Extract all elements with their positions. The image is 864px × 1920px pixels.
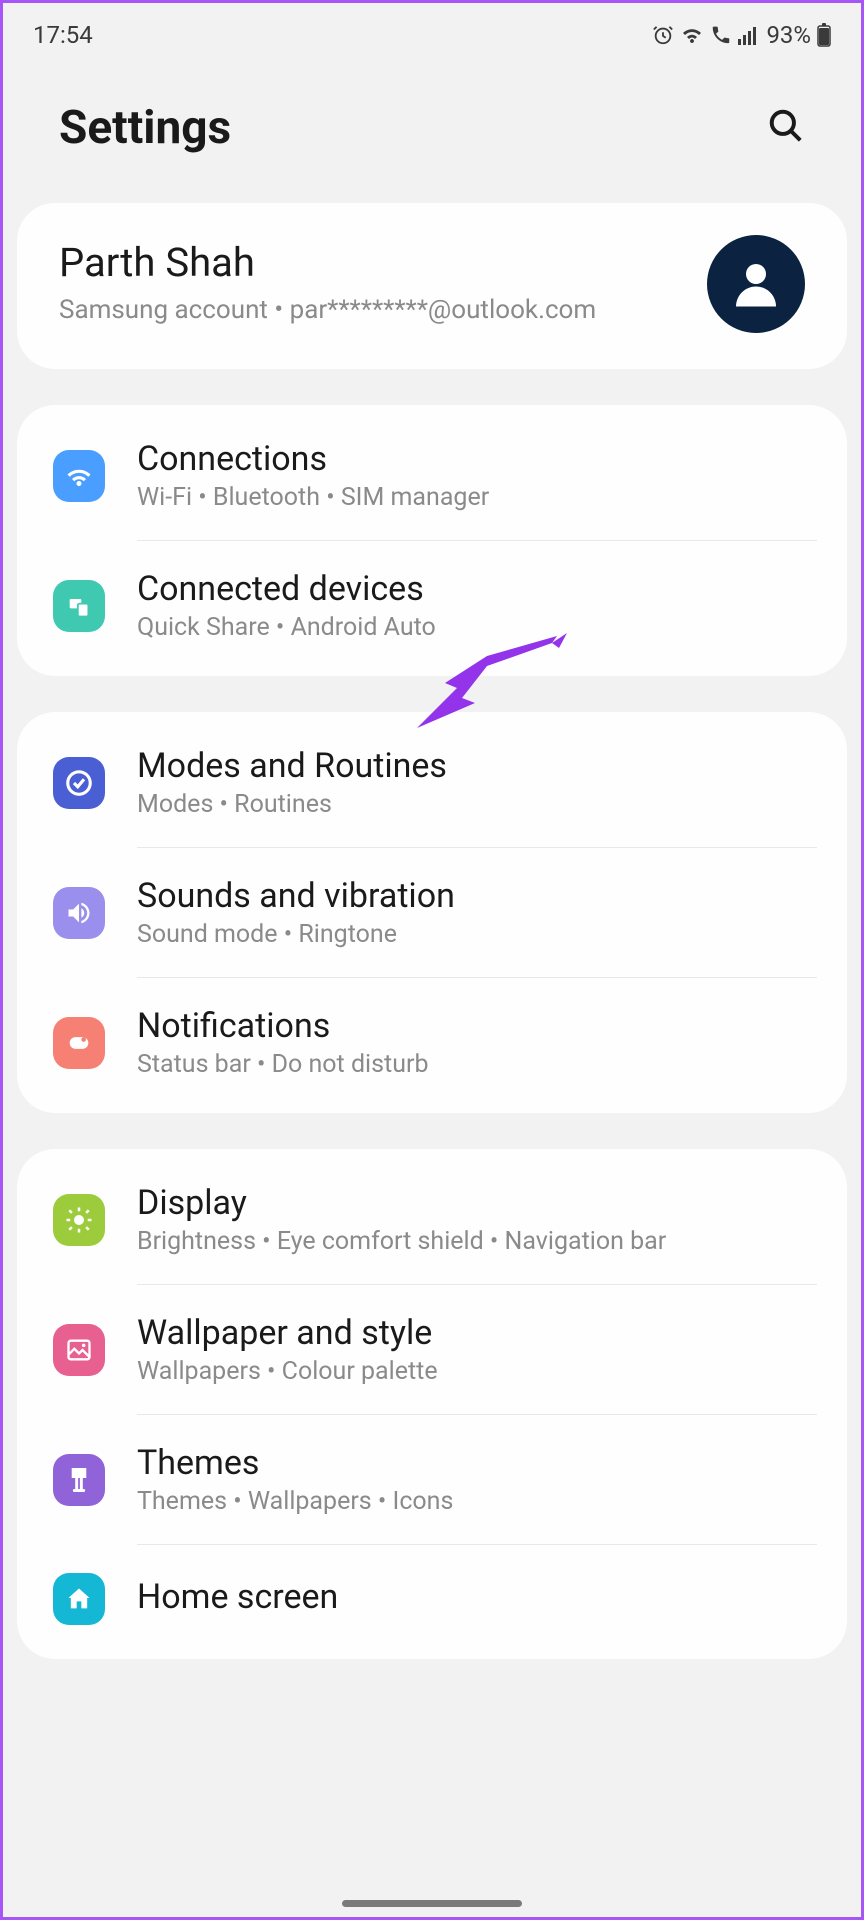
- setting-title: Wallpaper and style: [137, 1313, 815, 1353]
- setting-text: Modes and Routines Modes • Routines: [137, 746, 815, 819]
- settings-group: Connections Wi-Fi • Bluetooth • SIM manag…: [17, 405, 847, 676]
- setting-item-display[interactable]: Display Brightness • Eye comfort shield •…: [17, 1155, 847, 1284]
- setting-subtitle: Wi-Fi • Bluetooth • SIM manager: [137, 483, 815, 512]
- status-right: 93%: [652, 21, 831, 49]
- setting-text: Sounds and vibration Sound mode • Rington…: [137, 876, 815, 949]
- settings-group: Display Brightness • Eye comfort shield •…: [17, 1149, 847, 1659]
- setting-title: Home screen: [137, 1577, 815, 1617]
- signal-icon: [738, 25, 760, 45]
- display-icon: [53, 1194, 105, 1246]
- setting-item-connections[interactable]: Connections Wi-Fi • Bluetooth • SIM manag…: [17, 411, 847, 540]
- sound-icon: [53, 887, 105, 939]
- status-time: 17:54: [33, 21, 93, 49]
- setting-item-connected-devices[interactable]: Connected devices Quick Share • Android A…: [17, 541, 847, 670]
- avatar: [707, 235, 805, 333]
- setting-text: Home screen: [137, 1577, 815, 1621]
- battery-percent: 93%: [766, 21, 811, 49]
- home-icon: [53, 1573, 105, 1625]
- setting-subtitle: Wallpapers • Colour palette: [137, 1357, 815, 1386]
- setting-text: Connections Wi-Fi • Bluetooth • SIM manag…: [137, 439, 815, 512]
- themes-icon: [53, 1454, 105, 1506]
- setting-subtitle: Sound mode • Ringtone: [137, 920, 815, 949]
- wallpaper-icon: [53, 1324, 105, 1376]
- setting-item-wallpaper[interactable]: Wallpaper and style Wallpapers • Colour p…: [17, 1285, 847, 1414]
- settings-group: Modes and Routines Modes • Routines Sounds…: [17, 712, 847, 1113]
- setting-subtitle: Quick Share • Android Auto: [137, 613, 815, 642]
- setting-title: Notifications: [137, 1006, 815, 1046]
- battery-icon: [817, 23, 831, 47]
- setting-item-notifications[interactable]: Notifications Status bar • Do not disturb: [17, 978, 847, 1107]
- setting-text: Wallpaper and style Wallpapers • Colour p…: [137, 1313, 815, 1386]
- setting-title: Modes and Routines: [137, 746, 815, 786]
- setting-title: Display: [137, 1183, 815, 1223]
- setting-subtitle: Status bar • Do not disturb: [137, 1050, 815, 1079]
- account-card[interactable]: Parth Shah Samsung account • par********…: [17, 203, 847, 369]
- setting-subtitle: Modes • Routines: [137, 790, 815, 819]
- wifi-icon: [53, 450, 105, 502]
- wifi-icon: [680, 25, 704, 45]
- setting-title: Sounds and vibration: [137, 876, 815, 916]
- setting-title: Connections: [137, 439, 815, 479]
- setting-item-themes[interactable]: Themes Themes • Wallpapers • Icons: [17, 1415, 847, 1544]
- setting-text: Display Brightness • Eye comfort shield •…: [137, 1183, 815, 1256]
- header: Settings: [3, 61, 861, 203]
- setting-text: Connected devices Quick Share • Android A…: [137, 569, 815, 642]
- setting-item-sounds-vibration[interactable]: Sounds and vibration Sound mode • Rington…: [17, 848, 847, 977]
- setting-subtitle: Brightness • Eye comfort shield • Naviga…: [137, 1227, 815, 1256]
- alarm-icon: [652, 24, 674, 46]
- page-title: Settings: [59, 101, 231, 155]
- call-icon: [710, 24, 732, 46]
- setting-subtitle: Themes • Wallpapers • Icons: [137, 1487, 815, 1516]
- setting-title: Connected devices: [137, 569, 815, 609]
- setting-title: Themes: [137, 1443, 815, 1483]
- account-name: Parth Shah: [59, 239, 687, 286]
- setting-text: Themes Themes • Wallpapers • Icons: [137, 1443, 815, 1516]
- account-detail: Samsung account • par*********@outlook.c…: [59, 292, 687, 328]
- setting-item-home-screen[interactable]: Home screen: [17, 1545, 847, 1653]
- navigation-bar[interactable]: [342, 1900, 522, 1907]
- setting-item-modes-routines[interactable]: Modes and Routines Modes • Routines: [17, 718, 847, 847]
- notifications-icon: [53, 1017, 105, 1069]
- status-bar: 17:54 93%: [3, 3, 861, 61]
- setting-text: Notifications Status bar • Do not disturb: [137, 1006, 815, 1079]
- account-info: Parth Shah Samsung account • par********…: [59, 239, 687, 328]
- devices-icon: [53, 580, 105, 632]
- modes-icon: [53, 757, 105, 809]
- search-icon[interactable]: [767, 107, 805, 149]
